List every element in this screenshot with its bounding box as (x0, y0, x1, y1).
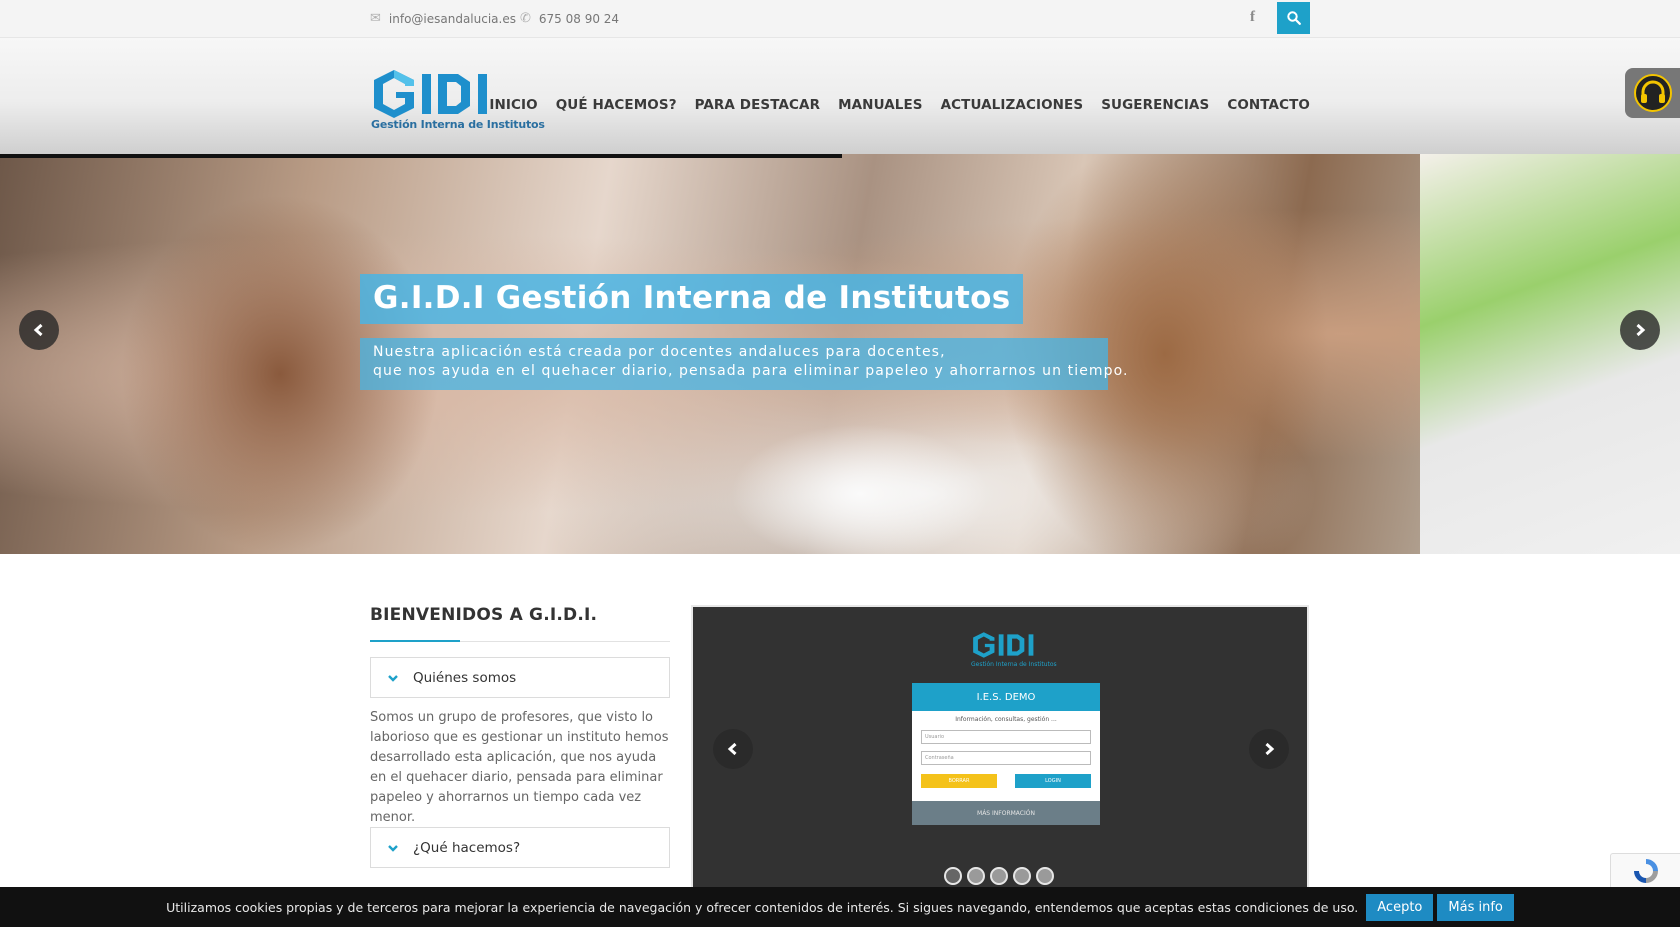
welcome-heading: BIENVENIDOS A G.I.D.I. (370, 605, 598, 625)
hero-title-box: G.I.D.I Gestión Interna de Institutos (360, 274, 1024, 324)
envelope-icon: ✉ (370, 11, 381, 26)
pagination-dot[interactable] (967, 867, 985, 885)
login-info: Información, consultas, gestión ... (955, 716, 1057, 723)
phone-icon: ✆ (520, 11, 531, 26)
app-screenshot-slider: Gestión Interna de Institutos I.E.S. DEM… (691, 605, 1309, 895)
accordion-que-hacemos[interactable]: ¿Qué hacemos? (370, 827, 670, 868)
accordion-title-que-hacemos: ¿Qué hacemos? (413, 839, 521, 856)
site-header: Gestión Interna de Institutos INICIO QUÉ… (0, 38, 1680, 154)
phone-text[interactable]: 675 08 90 24 (539, 12, 619, 26)
pagination-dot[interactable] (944, 867, 962, 885)
login-user-field: Usuario (921, 730, 1091, 744)
hero-progress-bar (0, 154, 842, 158)
chevron-left-icon (33, 323, 43, 337)
recaptcha-badge[interactable] (1610, 853, 1680, 889)
gidi-logo-mark (374, 70, 487, 118)
chevron-down-icon (388, 844, 398, 852)
cookie-bar: Utilizamos cookies propias y de terceros… (0, 887, 1680, 927)
app-mini-tagline: Gestión Interna de Institutos (971, 661, 1057, 668)
welcome-divider (370, 640, 670, 642)
pagination-dot[interactable] (990, 867, 1008, 885)
nav-item-sugerencias[interactable]: SUGERENCIAS (1101, 97, 1209, 113)
top-bar: ✉ info@iesandalucia.es ✆ 675 08 90 24 f (0, 0, 1680, 38)
cookie-message: Utilizamos cookies propias y de terceros… (166, 899, 1359, 915)
logo-tagline: Gestión Interna de Institutos (371, 118, 545, 131)
hero-subtitle-box: Nuestra aplicación está creada por docen… (360, 338, 1129, 390)
phone-contact[interactable]: ✆ 675 08 90 24 (520, 11, 619, 26)
gidi-mini-logo-mark (973, 632, 1034, 658)
hero-photo-papers (730, 424, 990, 554)
accordion-title-quienes-somos: Quiénes somos (413, 669, 517, 686)
app-mini-logo: Gestión Interna de Institutos (971, 629, 1057, 671)
hero-next-button[interactable] (1620, 310, 1660, 350)
main-nav: INICIO QUÉ HACEMOS? PARA DESTACAR MANUAL… (489, 97, 1310, 113)
email-contact[interactable]: ✉ info@iesandalucia.es (370, 11, 516, 26)
hero-slider: G.I.D.I Gestión Interna de Institutos Nu… (0, 154, 1680, 554)
hero-prev-button[interactable] (19, 310, 59, 350)
chevron-left-icon (727, 742, 737, 756)
nav-item-manuales[interactable]: MANUALES (838, 97, 923, 113)
nav-item-para-destacar[interactable]: PARA DESTACAR (695, 97, 820, 113)
hero-subtitle-line-1: Nuestra aplicación está creada por docen… (373, 344, 946, 360)
login-submit-button: LOGIN (1015, 774, 1091, 788)
accordion-body-quienes-somos: Somos un grupo de profesores, que visto … (370, 710, 669, 825)
app-login-screenshot: I.E.S. DEMO Información, consultas, gest… (912, 683, 1100, 825)
nav-item-que-hacemos[interactable]: QUÉ HACEMOS? (556, 97, 677, 113)
search-icon (1286, 11, 1301, 25)
screenshot-prev-button[interactable] (713, 729, 753, 769)
nav-item-contacto[interactable]: CONTACTO (1227, 97, 1310, 113)
accordion-quienes-somos[interactable]: Quiénes somos (370, 657, 670, 698)
chevron-down-icon (388, 674, 398, 682)
welcome-divider-accent (370, 640, 460, 642)
hero-photo-notice-board (1420, 154, 1680, 554)
chevron-right-icon (1636, 323, 1646, 337)
accessibility-button[interactable] (1625, 68, 1680, 118)
headphones-icon (1633, 74, 1672, 112)
email-text[interactable]: info@iesandalucia.es (389, 12, 516, 26)
login-clear-button: BORRAR (921, 774, 997, 788)
login-header: I.E.S. DEMO (912, 683, 1100, 711)
cookie-more-info-button[interactable]: Más info (1437, 893, 1514, 921)
cookie-accept-button[interactable]: Acepto (1366, 893, 1434, 921)
screenshot-pagination (944, 867, 1054, 885)
login-password-field: Contraseña (921, 751, 1091, 765)
pagination-dot[interactable] (1036, 867, 1054, 885)
hero-subtitle-line-2: que nos ayuda en el quehacer diario, pen… (373, 363, 1129, 379)
nav-item-inicio[interactable]: INICIO (489, 97, 537, 113)
hero-title: G.I.D.I Gestión Interna de Institutos (373, 280, 1011, 316)
recaptcha-icon (1633, 859, 1658, 883)
login-more-info: MÁS INFORMACIÓN (912, 801, 1100, 825)
screenshot-next-button[interactable] (1249, 729, 1289, 769)
nav-item-actualizaciones[interactable]: ACTUALIZACIONES (941, 97, 1084, 113)
search-button[interactable] (1277, 2, 1310, 34)
pagination-dot[interactable] (1013, 867, 1031, 885)
facebook-icon[interactable]: f (1250, 9, 1255, 26)
chevron-right-icon (1265, 742, 1275, 756)
